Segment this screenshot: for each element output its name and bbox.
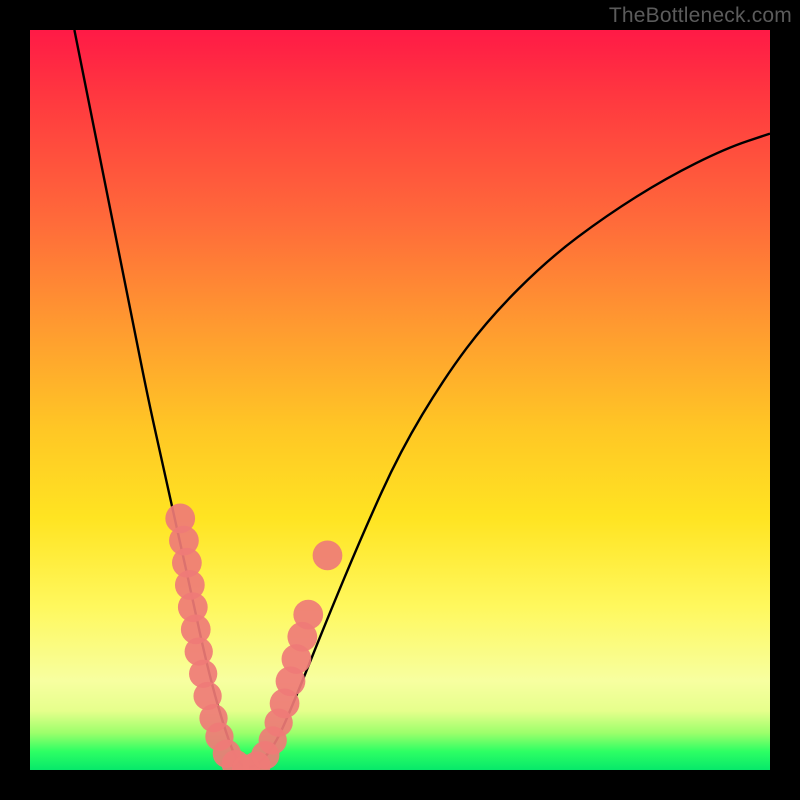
data-marker xyxy=(293,600,323,630)
bottleneck-curve xyxy=(74,30,770,767)
curve-layer xyxy=(30,30,770,770)
plot-area xyxy=(30,30,770,770)
chart-frame: TheBottleneck.com xyxy=(0,0,800,800)
data-marker xyxy=(313,541,343,571)
watermark-text: TheBottleneck.com xyxy=(609,4,792,28)
